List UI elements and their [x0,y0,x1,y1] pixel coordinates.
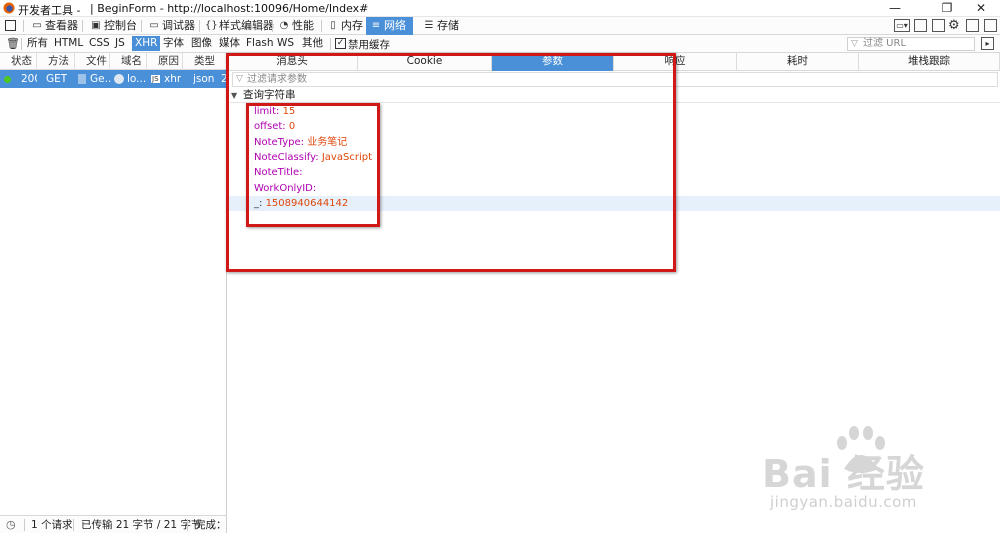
watermark-url: jingyan.baidu.com [770,493,917,511]
inspector-icon: ▭ [32,20,42,31]
filter-bar: 🗑 所有 HTML CSS JS XHR 字体 图像 媒体 Flash WS 其… [0,35,1000,53]
filter-flash[interactable]: Flash [243,36,277,51]
request-count: 1 个请求 [31,519,73,531]
filter-icon: ▽ [851,39,858,49]
responsive-mode-icon[interactable] [932,19,945,32]
style-editor-icon: {} [205,20,218,31]
performance-icon: ◔ [279,20,289,31]
filter-images[interactable]: 图像 [188,36,215,51]
column-domain[interactable]: 域名 [110,53,147,70]
close-button[interactable]: ✕ [966,0,996,17]
filter-css[interactable]: CSS [86,36,113,51]
dock-bottom-icon[interactable] [984,19,997,32]
filter-xhr[interactable]: XHR [132,36,161,51]
filter-js[interactable]: JS [112,36,128,51]
column-cause[interactable]: 原因 [147,53,183,70]
tab-console[interactable]: ▣ 控制台 [86,17,138,35]
page-title: | BeginForm - http://localhost:10096/Hom… [90,2,369,15]
memory-icon: ▯ [330,20,336,31]
status-bar: ◷ 1 个请求 已传输 21 字节 / 21 字节 完成：1 [0,515,227,533]
annotation-box-inner [246,103,380,227]
status-success-icon [4,76,11,83]
toggle-panel-icon[interactable]: ▸ [981,37,994,50]
tab-storage[interactable]: ☰ 存储 [419,17,465,35]
column-method[interactable]: 方法 [37,53,75,70]
filter-other[interactable]: 其他 [299,36,326,51]
trash-icon[interactable]: 🗑 [6,37,20,50]
column-type[interactable]: 类型 [183,53,227,70]
minimize-button[interactable]: — [880,0,910,17]
network-icon: ≡ [371,20,381,31]
storage-icon: ☰ [424,20,434,31]
request-list-header: 状态 方法 文件 域名 原因 类型 [0,53,227,70]
row-type: json [193,73,215,85]
tab-style-editor[interactable]: {} 样式编辑器 [201,17,274,35]
restore-button[interactable]: ❐ [932,0,962,17]
dock-side-icon[interactable] [966,19,979,32]
gear-icon[interactable]: ⚙ [948,18,960,33]
column-status[interactable]: 状态 [0,53,37,70]
row-file: Ge... [90,73,112,85]
file-icon [78,74,86,84]
pick-element-icon[interactable] [5,20,16,31]
tab-memory[interactable]: ▯ 内存 [323,17,363,35]
app-title: 开发者工具 - [18,4,81,17]
disable-cache-checkbox[interactable]: ✓ [335,38,346,49]
row-domain: lo... [127,73,147,85]
row-status: 200 [21,73,37,85]
tab-network[interactable]: ≡ 网络 [366,17,413,35]
request-row[interactable]: 200 GET Ge... lo... JS xhr json 2 [0,70,228,88]
filter-url-input[interactable]: ▽ 过滤 URL [847,37,975,51]
tab-stack-trace[interactable]: 堆栈跟踪 [859,53,1000,71]
baidu-jingyan-watermark: Bai 经验 jingyan.baidu.com [760,425,990,525]
tab-debugger[interactable]: ▭ 调试器 [144,17,196,35]
title-bar: 开发者工具 - | BeginForm - http://localhost:1… [0,0,1000,17]
request-list-pane [0,53,227,515]
debugger-icon: ▭ [149,20,159,31]
transferred-size: 已传输 21 字节 / 21 字节 [81,519,202,531]
console-icon: ▣ [91,20,101,31]
globe-icon [114,74,124,84]
split-console-icon[interactable] [914,19,927,32]
tab-timings[interactable]: 耗时 [737,53,859,71]
filter-all[interactable]: 所有 [24,36,51,51]
dock-options-icon[interactable]: ▭▾ [894,19,910,32]
firefox-logo-icon [3,2,15,14]
filter-ws[interactable]: WS [274,36,297,51]
js-icon: JS [151,75,160,83]
filter-html[interactable]: HTML [51,36,86,51]
performance-analysis-icon[interactable]: ◷ [6,518,16,531]
finish-time: 完成：1 [195,519,227,531]
tab-inspector[interactable]: ▭ 查看器 [27,17,79,35]
filter-fonts[interactable]: 字体 [160,36,187,51]
row-cause: xhr [164,73,182,85]
watermark-text: Bai 经验 [762,452,925,496]
tools-toolbar: ▭ 查看器 ▣ 控制台 ▭ 调试器 {} 样式编辑器 ◔ 性能 ▯ 内存 ≡ 网络 ☰ 存储 ▭… [0,17,1000,35]
row-method: GET [46,73,68,85]
column-file[interactable]: 文件 [75,53,110,70]
tab-performance[interactable]: ◔ 性能 [274,17,318,35]
filter-media[interactable]: 媒体 [216,36,243,51]
disable-cache-label: 禁用缓存 [348,39,390,51]
